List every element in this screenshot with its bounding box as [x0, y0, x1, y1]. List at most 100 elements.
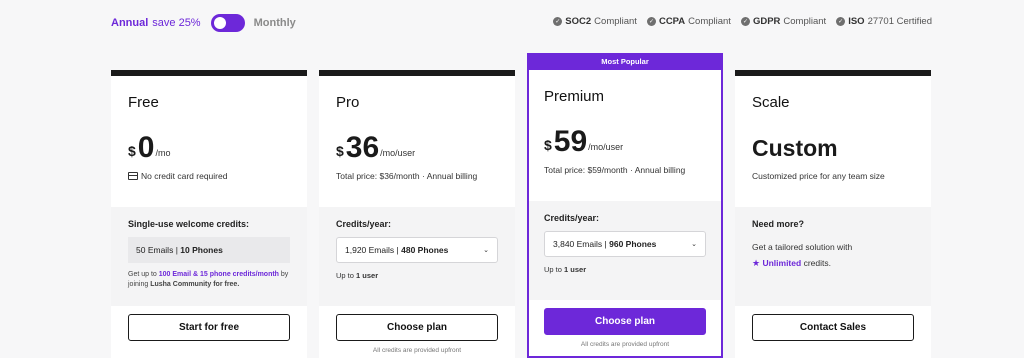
plan-cta: Choose plan All credits are provided upf…: [529, 300, 721, 348]
plan-card-free: Free $ 0 /mo No credit card required Sin…: [111, 70, 307, 358]
currency: $: [336, 143, 344, 159]
price-amount: 36: [345, 131, 380, 164]
select-sep: |: [396, 245, 399, 255]
community-link[interactable]: Lusha Community for free.: [150, 281, 239, 288]
chevron-down-icon: ⌄: [691, 241, 697, 248]
plan-card-pro: Pro $ 36 /mo/user Total price: $36/month…: [319, 70, 515, 358]
total-price: Total price: $59/month · Annual billing: [544, 165, 686, 175]
start-for-free-button[interactable]: Start for free: [128, 314, 290, 341]
choose-plan-button[interactable]: Choose plan: [544, 308, 706, 335]
billing-toggle-group: Annual save 25% Monthly: [111, 14, 296, 32]
contact-sales-button[interactable]: Contact Sales: [752, 314, 914, 341]
more-section: Need more? Get a tailored solution with …: [735, 207, 931, 306]
compliance-status: Compliant: [594, 16, 637, 27]
select-sep: |: [604, 239, 607, 249]
compliance-name: CCPA: [658, 16, 686, 27]
plan-header: Scale Custom Customized price for any te…: [735, 76, 931, 207]
choose-plan-button[interactable]: Choose plan: [336, 314, 498, 341]
plan-name: Scale: [752, 94, 790, 111]
user-limit-pre: Up to: [336, 271, 354, 280]
check-circle-icon: ✓: [646, 17, 656, 26]
compliance-gdpr: ✓ GDPR Compliant: [740, 16, 827, 27]
price-amount: 0: [137, 131, 155, 164]
credits-sep: |: [175, 245, 178, 255]
plan-header: Premium $ 59 /mo/user Total price: $59/m…: [529, 70, 721, 201]
plan-name: Pro: [336, 94, 360, 111]
compliance-badges: ✓ SOC2 Compliant ✓ CCPA Compliant ✓ GDPR…: [553, 16, 932, 27]
compliance-iso: ✓ ISO 27701 Certified: [836, 16, 932, 27]
tailored-text: Get a tailored solution with: [752, 242, 853, 252]
check-circle-icon: ✓: [553, 17, 563, 26]
select-emails: 3,840 Emails: [553, 239, 603, 249]
currency: $: [544, 137, 552, 153]
plan-card-scale: Scale Custom Customized price for any te…: [735, 70, 931, 358]
chevron-down-icon: ⌄: [483, 247, 489, 254]
check-circle-icon: ✓: [740, 17, 750, 26]
community-note: Get up to 100 Email & 15 phone credits/m…: [128, 270, 290, 290]
custom-price: Custom: [752, 135, 838, 161]
plan-name: Premium: [544, 88, 605, 105]
credits-section: Credits/year: 3,840 Emails | 960 Phones …: [529, 201, 721, 300]
annual-label[interactable]: Annual: [111, 17, 148, 29]
price-period: /mo/user: [380, 148, 416, 158]
plan-header: Free $ 0 /mo No credit card required: [111, 76, 307, 207]
price: $ 36 /mo/user: [336, 133, 498, 163]
credits-title: Single-use welcome credits:: [128, 219, 250, 229]
user-limit-pre: Up to: [544, 265, 562, 274]
check-circle-icon: ✓: [836, 17, 846, 26]
total-price: Total price: $36/month · Annual billing: [336, 171, 478, 181]
credits-select[interactable]: 1,920 Emails | 480 Phones ⌄: [336, 237, 498, 263]
credits-select[interactable]: 3,840 Emails | 960 Phones ⌄: [544, 231, 706, 257]
compliance-status: Compliant: [783, 16, 827, 27]
credit-card-icon: [128, 172, 138, 180]
upfront-note: All credits are provided upfront: [372, 347, 462, 354]
save-label: save 25%: [152, 17, 201, 29]
note-pre: Get up to: [128, 271, 157, 278]
price-amount: 59: [553, 125, 588, 158]
compliance-name: GDPR: [752, 16, 781, 27]
credits-word: credits.: [803, 258, 831, 268]
star-icon: ★: [752, 258, 761, 268]
credits-box: 50 Emails | 10 Phones: [128, 237, 290, 263]
price: Custom: [752, 133, 914, 163]
billing-toggle[interactable]: [210, 14, 245, 32]
compliance-name: ISO: [848, 16, 865, 27]
select-emails: 1,920 Emails: [345, 245, 395, 255]
credits-section: Single-use welcome credits: 50 Emails | …: [111, 207, 307, 306]
plan-header: Pro $ 36 /mo/user Total price: $36/month…: [319, 76, 515, 207]
credits-emails: 50 Emails: [136, 245, 174, 255]
compliance-ccpa: ✓ CCPA Compliant: [646, 16, 731, 27]
plan-cta: Choose plan All credits are provided upf…: [319, 306, 515, 354]
select-value: 3,840 Emails | 960 Phones: [553, 239, 656, 249]
compliance-status: Compliant: [688, 16, 731, 27]
user-limit: Up to 1 user: [336, 271, 498, 280]
compliance-soc2: ✓ SOC2 Compliant: [553, 16, 637, 27]
plan-cta: Contact Sales: [735, 306, 931, 341]
currency: $: [128, 143, 136, 159]
upfront-note: All credits are provided upfront: [580, 341, 670, 348]
credits-section: Credits/year: 1,920 Emails | 480 Phones …: [319, 207, 515, 306]
most-popular-badge: Most Popular: [529, 53, 721, 70]
credits-title: Credits/year:: [336, 219, 392, 229]
custom-subtext: Customized price for any team size: [752, 171, 885, 181]
credits-phones: 10 Phones: [180, 245, 223, 255]
toggle-knob: [213, 17, 226, 29]
user-limit-value: 1 user: [564, 265, 587, 274]
price-subtext: No credit card required: [128, 171, 290, 181]
compliance-name: SOC2: [565, 16, 592, 27]
select-phones: 960 Phones: [609, 239, 657, 249]
select-phones: 480 Phones: [401, 245, 449, 255]
price: $ 0 /mo: [128, 133, 290, 163]
tailored-desc: Get a tailored solution with ★ Unlimited…: [752, 239, 914, 271]
need-more-title: Need more?: [752, 219, 805, 229]
pricing-cards: Free $ 0 /mo No credit card required Sin…: [111, 53, 931, 358]
price-period: /mo: [155, 148, 171, 158]
no-card-text: No credit card required: [141, 171, 228, 181]
price: $ 59 /mo/user: [544, 127, 706, 157]
select-value: 1,920 Emails | 480 Phones: [345, 245, 448, 255]
monthly-label[interactable]: Monthly: [254, 17, 296, 29]
price-period: /mo/user: [588, 142, 624, 152]
plan-cta: Start for free: [111, 306, 307, 341]
unlimited-text: Unlimited: [762, 258, 802, 268]
user-limit-value: 1 user: [356, 271, 379, 280]
